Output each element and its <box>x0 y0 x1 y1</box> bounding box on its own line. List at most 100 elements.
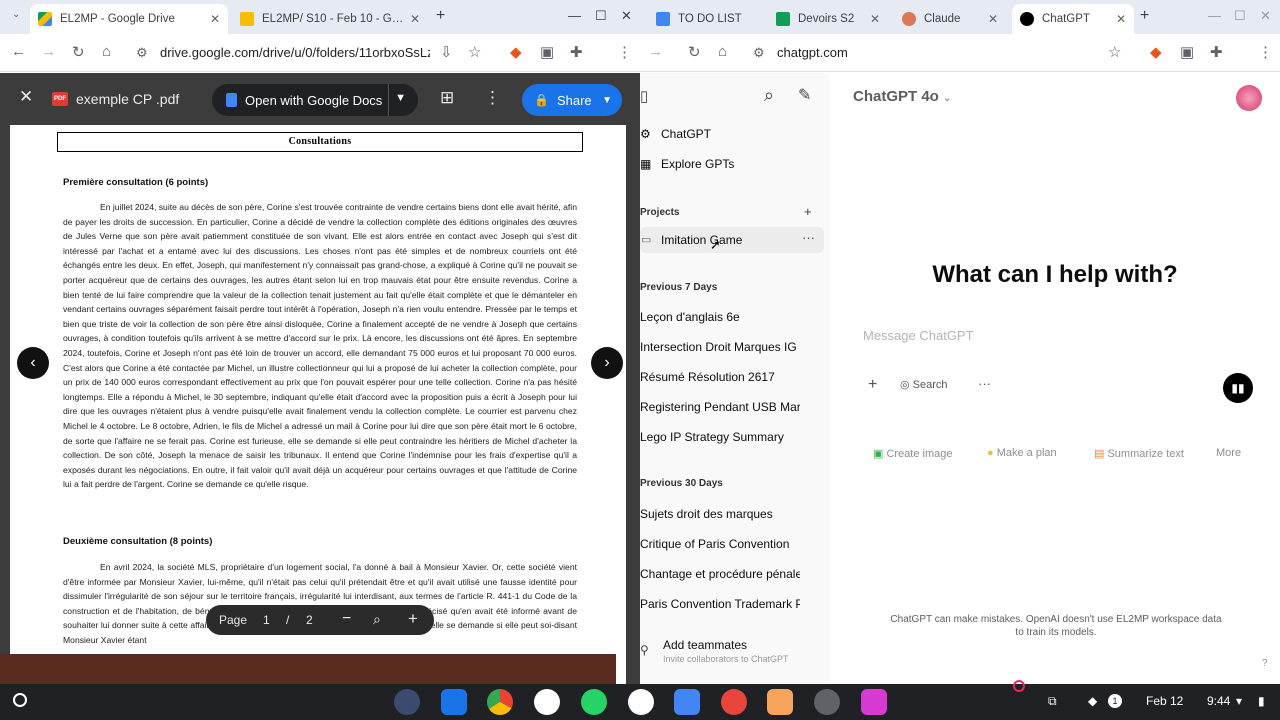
site-info-icon[interactable]: ⚙ <box>753 45 765 61</box>
gmail-icon[interactable] <box>628 689 654 715</box>
reload-icon[interactable]: ↻ <box>688 43 701 61</box>
bookmark-star-icon[interactable]: ☆ <box>1108 43 1121 61</box>
gemini-app-icon[interactable] <box>394 689 420 715</box>
puzzle-extensions-icon[interactable]: ✚ <box>1210 43 1223 61</box>
sidebar-item-chat[interactable]: Registering Pendant USB Mark <box>640 400 800 414</box>
whatsapp-icon[interactable] <box>581 689 607 715</box>
create-image-chip[interactable]: ▣ Create image <box>873 447 953 460</box>
open-with-docs-button[interactable]: Open with Google Docs ▼ <box>212 84 418 116</box>
more-tools-icon[interactable]: ··· <box>978 376 991 391</box>
new-tab-icon[interactable]: + <box>436 7 445 25</box>
date-label[interactable]: Feb 12 <box>1146 694 1183 708</box>
close-tab-icon[interactable]: ✕ <box>210 12 220 26</box>
minimize-icon[interactable]: — <box>1208 8 1221 23</box>
notification-count[interactable]: 1 <box>1108 694 1122 708</box>
time-label[interactable]: 9:44 <box>1207 694 1230 708</box>
more-actions-icon[interactable]: ⋮ <box>484 88 501 108</box>
sidebar-item-chat[interactable]: Sujets droit des marques <box>640 507 800 521</box>
search-chats-icon[interactable]: ⌕ <box>764 85 774 106</box>
settings-icon[interactable] <box>814 689 840 715</box>
sidebar-item-project[interactable]: Imitation Game <box>661 233 821 247</box>
back-icon[interactable]: ← <box>11 43 26 60</box>
search-button[interactable]: ◎ Search <box>900 378 948 391</box>
tab-chatgpt[interactable]: ChatGPT ✕ <box>1012 4 1134 34</box>
tab-drive[interactable]: EL2MP - Google Drive ✕ <box>30 4 228 34</box>
share-button[interactable]: 🔒 Share ▼ <box>522 84 622 116</box>
forward-icon[interactable]: → <box>41 43 56 60</box>
extension-icon[interactable]: ▣ <box>1180 43 1194 61</box>
more-chip[interactable]: More <box>1216 447 1241 459</box>
zoom-icon[interactable]: ⌕ <box>373 611 381 628</box>
make-plan-chip[interactable]: ● Make a plan <box>987 447 1057 459</box>
tab-devoirs[interactable]: Devoirs S2 ✕ <box>768 4 888 34</box>
address-bar[interactable]: drive.google.com/drive/u/0/folders/11orb… <box>160 45 430 60</box>
app-icon[interactable] <box>721 689 747 715</box>
calendar-icon[interactable] <box>674 689 700 715</box>
close-tab-icon[interactable]: ✕ <box>1116 12 1126 26</box>
summarize-text-chip[interactable]: ▤ Summarize text <box>1094 447 1184 460</box>
wifi-icon[interactable]: ▾ <box>1236 694 1242 708</box>
add-comment-icon[interactable]: ⊞ <box>440 88 454 108</box>
sidebar-item-chat[interactable]: Leçon d'anglais 6e <box>640 310 800 324</box>
home-icon[interactable]: ⌂ <box>102 43 111 60</box>
address-bar[interactable]: chatgpt.com <box>777 45 1047 60</box>
close-tab-icon[interactable]: ✕ <box>988 12 998 26</box>
launcher-icon[interactable] <box>13 693 27 707</box>
battery-icon[interactable]: ▮ <box>1258 694 1265 708</box>
avatar[interactable] <box>1236 85 1262 111</box>
close-window-icon[interactable]: ✕ <box>621 8 632 24</box>
sidebar-item-chat[interactable]: Paris Convention Trademark Pr <box>640 597 800 611</box>
sidebar-item-chat[interactable]: Lego IP Strategy Summary <box>640 430 800 444</box>
tab-todo[interactable]: TO DO LIST <box>648 4 768 34</box>
tab-claude[interactable]: Claude ✕ <box>894 4 1006 34</box>
app-icon[interactable] <box>861 689 887 715</box>
new-chat-icon[interactable]: ✎ <box>798 85 811 105</box>
files-app-icon[interactable] <box>441 689 467 715</box>
zoom-in-icon[interactable]: + <box>408 609 418 629</box>
tab-search-chevron-icon[interactable]: ⌄ <box>12 9 20 20</box>
screenshot-icon[interactable]: ⧉ <box>1048 694 1057 709</box>
attach-plus-icon[interactable]: + <box>868 376 877 394</box>
site-info-icon[interactable]: ⚙ <box>136 45 148 61</box>
screen-record-icon[interactable] <box>1013 680 1025 692</box>
puzzle-extensions-icon[interactable]: ✚ <box>570 43 583 61</box>
open-with-dropdown-icon[interactable]: ▼ <box>395 92 406 104</box>
extension-icon[interactable]: ▣ <box>540 43 554 61</box>
share-dropdown-icon[interactable]: ▼ <box>602 95 612 106</box>
help-icon[interactable]: ? <box>1262 658 1268 669</box>
close-tab-icon[interactable]: ✕ <box>410 12 420 26</box>
chrome-menu-icon[interactable]: ⋮ <box>1258 43 1273 61</box>
page-current-input[interactable]: 1 <box>263 613 270 627</box>
brave-shield-icon[interactable]: ◆ <box>1150 43 1162 61</box>
brave-shield-icon[interactable]: ◆ <box>510 43 522 61</box>
sidebar-toggle-icon[interactable]: ▯ <box>640 87 648 105</box>
play-store-icon[interactable] <box>534 689 560 715</box>
sidebar-item-explore[interactable]: Explore GPTs <box>661 157 821 171</box>
tab-slides[interactable]: EL2MP/ S10 - Feb 10 - Googl ✕ <box>232 4 428 34</box>
app-icon[interactable] <box>767 689 793 715</box>
sidebar-item-chat[interactable]: Critique of Paris Convention <box>640 537 800 551</box>
model-selector[interactable]: ChatGPT 4o ⌄ <box>853 88 951 105</box>
chrome-app-icon[interactable] <box>487 689 513 715</box>
install-app-icon[interactable]: ⇩ <box>440 43 453 61</box>
maximize-icon[interactable]: ☐ <box>1234 8 1246 24</box>
add-teammates-button[interactable]: Add teammates <box>663 638 823 652</box>
reload-icon[interactable]: ↻ <box>72 43 85 61</box>
voice-mode-button[interactable]: ▮▮ <box>1223 373 1253 403</box>
project-options-icon[interactable]: ··· <box>802 230 815 245</box>
message-input[interactable]: Message ChatGPT <box>863 328 974 343</box>
tote-icon[interactable]: ◆ <box>1088 694 1097 708</box>
forward-icon[interactable]: → <box>648 43 663 60</box>
home-icon[interactable]: ⌂ <box>718 43 727 60</box>
add-project-icon[interactable]: + <box>804 204 812 219</box>
zoom-out-icon[interactable]: − <box>342 610 351 628</box>
bookmark-star-icon[interactable]: ☆ <box>468 43 481 61</box>
sidebar-item-chatgpt[interactable]: ChatGPT <box>661 127 821 141</box>
close-window-icon[interactable]: ✕ <box>1260 8 1271 24</box>
maximize-icon[interactable]: ☐ <box>595 8 607 24</box>
minimize-icon[interactable]: — <box>568 8 581 23</box>
next-file-button[interactable]: › <box>591 347 623 379</box>
close-viewer-icon[interactable]: ✕ <box>19 87 33 107</box>
sidebar-item-chat[interactable]: Intersection Droit Marques IG <box>640 340 800 354</box>
new-tab-icon[interactable]: + <box>1140 7 1149 25</box>
